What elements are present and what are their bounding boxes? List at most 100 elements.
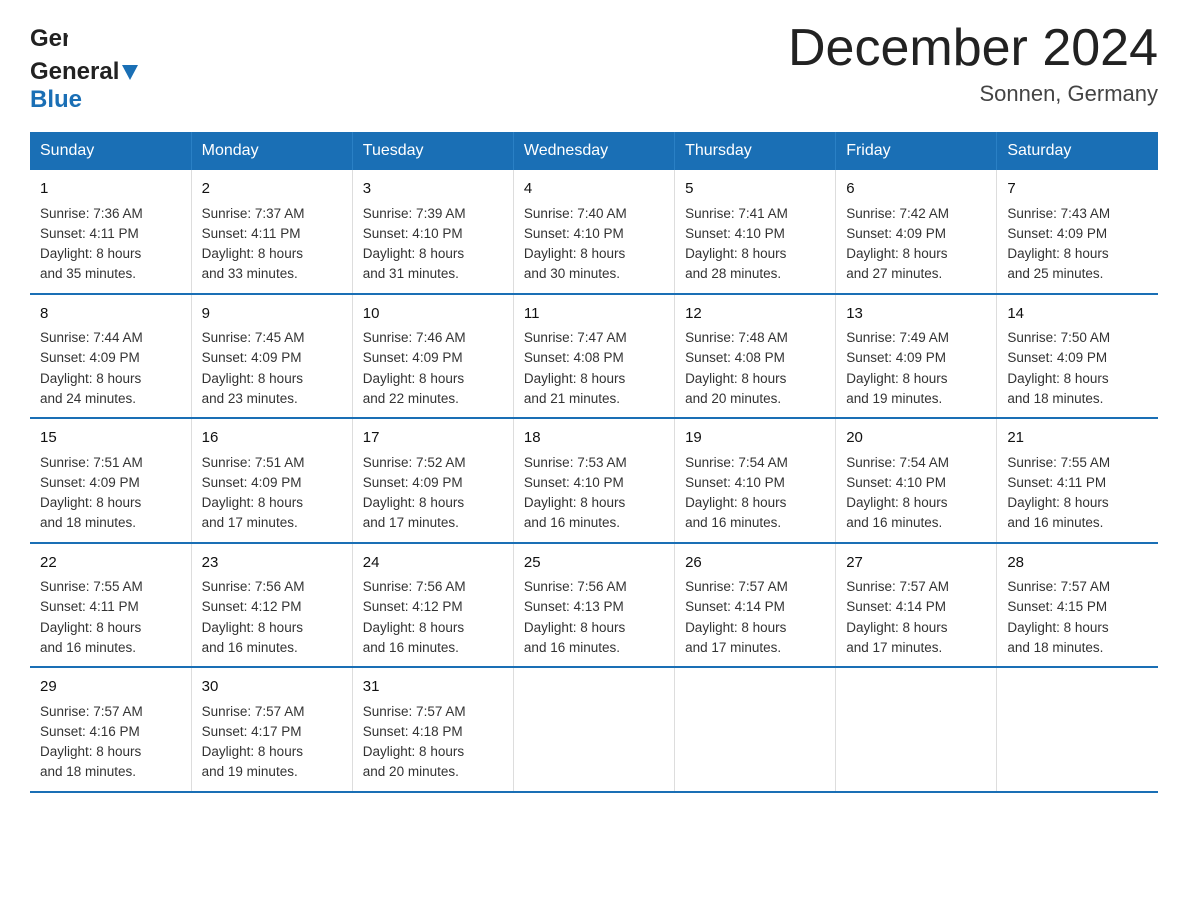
daylight-label: Daylight: 8 hours bbox=[202, 246, 303, 261]
day-number: 25 bbox=[524, 552, 664, 575]
weekday-header-thursday: Thursday bbox=[675, 132, 836, 170]
sunset-label: Sunset: 4:18 PM bbox=[363, 724, 463, 739]
daylight-minutes: and 24 minutes. bbox=[40, 391, 136, 406]
weekday-header-tuesday: Tuesday bbox=[352, 132, 513, 170]
daylight-label: Daylight: 8 hours bbox=[1007, 495, 1108, 510]
calendar-cell: 5Sunrise: 7:41 AMSunset: 4:10 PMDaylight… bbox=[675, 170, 836, 294]
sunrise-label: Sunrise: 7:51 AM bbox=[202, 455, 305, 470]
sunrise-label: Sunrise: 7:57 AM bbox=[363, 704, 466, 719]
calendar-cell: 1Sunrise: 7:36 AMSunset: 4:11 PMDaylight… bbox=[30, 170, 191, 294]
sunrise-label: Sunrise: 7:45 AM bbox=[202, 330, 305, 345]
daylight-label: Daylight: 8 hours bbox=[363, 495, 464, 510]
calendar-cell: 8Sunrise: 7:44 AMSunset: 4:09 PMDaylight… bbox=[30, 294, 191, 419]
logo: General General Blue bbox=[30, 20, 141, 114]
week-row-3: 15Sunrise: 7:51 AMSunset: 4:09 PMDayligh… bbox=[30, 418, 1158, 543]
sunset-label: Sunset: 4:09 PM bbox=[363, 350, 463, 365]
daylight-minutes: and 16 minutes. bbox=[524, 515, 620, 530]
week-row-1: 1Sunrise: 7:36 AMSunset: 4:11 PMDaylight… bbox=[30, 170, 1158, 294]
calendar-cell: 19Sunrise: 7:54 AMSunset: 4:10 PMDayligh… bbox=[675, 418, 836, 543]
day-number: 5 bbox=[685, 178, 825, 201]
day-number: 1 bbox=[40, 178, 181, 201]
day-number: 11 bbox=[524, 303, 664, 326]
sunset-label: Sunset: 4:09 PM bbox=[363, 475, 463, 490]
daylight-label: Daylight: 8 hours bbox=[363, 246, 464, 261]
day-number: 12 bbox=[685, 303, 825, 326]
daylight-minutes: and 16 minutes. bbox=[40, 640, 136, 655]
daylight-minutes: and 20 minutes. bbox=[685, 391, 781, 406]
sunrise-label: Sunrise: 7:37 AM bbox=[202, 206, 305, 221]
sunrise-label: Sunrise: 7:40 AM bbox=[524, 206, 627, 221]
sunrise-label: Sunrise: 7:47 AM bbox=[524, 330, 627, 345]
day-number: 8 bbox=[40, 303, 181, 326]
daylight-label: Daylight: 8 hours bbox=[363, 744, 464, 759]
day-number: 2 bbox=[202, 178, 342, 201]
calendar-cell: 15Sunrise: 7:51 AMSunset: 4:09 PMDayligh… bbox=[30, 418, 191, 543]
sunset-label: Sunset: 4:09 PM bbox=[40, 350, 140, 365]
calendar-cell bbox=[513, 667, 674, 792]
sunrise-label: Sunrise: 7:54 AM bbox=[846, 455, 949, 470]
day-number: 24 bbox=[363, 552, 503, 575]
sunrise-label: Sunrise: 7:39 AM bbox=[363, 206, 466, 221]
logo-icon: General bbox=[30, 20, 68, 58]
sunset-label: Sunset: 4:10 PM bbox=[685, 475, 785, 490]
sunrise-label: Sunrise: 7:52 AM bbox=[363, 455, 466, 470]
daylight-minutes: and 28 minutes. bbox=[685, 266, 781, 281]
calendar-cell: 9Sunrise: 7:45 AMSunset: 4:09 PMDaylight… bbox=[191, 294, 352, 419]
daylight-label: Daylight: 8 hours bbox=[363, 371, 464, 386]
sunrise-label: Sunrise: 7:57 AM bbox=[1007, 579, 1110, 594]
calendar-cell: 26Sunrise: 7:57 AMSunset: 4:14 PMDayligh… bbox=[675, 543, 836, 668]
daylight-label: Daylight: 8 hours bbox=[1007, 620, 1108, 635]
daylight-label: Daylight: 8 hours bbox=[685, 495, 786, 510]
daylight-minutes: and 18 minutes. bbox=[1007, 640, 1103, 655]
sunrise-label: Sunrise: 7:44 AM bbox=[40, 330, 143, 345]
sunrise-label: Sunrise: 7:57 AM bbox=[202, 704, 305, 719]
daylight-label: Daylight: 8 hours bbox=[202, 744, 303, 759]
day-number: 13 bbox=[846, 303, 986, 326]
day-number: 31 bbox=[363, 676, 503, 699]
sunrise-label: Sunrise: 7:55 AM bbox=[40, 579, 143, 594]
day-number: 18 bbox=[524, 427, 664, 450]
day-number: 21 bbox=[1007, 427, 1148, 450]
calendar-cell: 25Sunrise: 7:56 AMSunset: 4:13 PMDayligh… bbox=[513, 543, 674, 668]
calendar-cell: 17Sunrise: 7:52 AMSunset: 4:09 PMDayligh… bbox=[352, 418, 513, 543]
calendar-cell: 3Sunrise: 7:39 AMSunset: 4:10 PMDaylight… bbox=[352, 170, 513, 294]
calendar-cell: 27Sunrise: 7:57 AMSunset: 4:14 PMDayligh… bbox=[836, 543, 997, 668]
daylight-label: Daylight: 8 hours bbox=[363, 620, 464, 635]
sunrise-label: Sunrise: 7:56 AM bbox=[202, 579, 305, 594]
day-number: 22 bbox=[40, 552, 181, 575]
logo-blue: Blue bbox=[30, 86, 82, 113]
sunrise-label: Sunrise: 7:57 AM bbox=[40, 704, 143, 719]
sunrise-label: Sunrise: 7:55 AM bbox=[1007, 455, 1110, 470]
daylight-minutes: and 16 minutes. bbox=[685, 515, 781, 530]
daylight-minutes: and 25 minutes. bbox=[1007, 266, 1103, 281]
daylight-minutes: and 16 minutes. bbox=[202, 640, 298, 655]
sunset-label: Sunset: 4:11 PM bbox=[40, 599, 139, 614]
day-number: 3 bbox=[363, 178, 503, 201]
daylight-minutes: and 17 minutes. bbox=[202, 515, 298, 530]
daylight-label: Daylight: 8 hours bbox=[40, 495, 141, 510]
calendar-cell: 7Sunrise: 7:43 AMSunset: 4:09 PMDaylight… bbox=[997, 170, 1158, 294]
daylight-label: Daylight: 8 hours bbox=[524, 371, 625, 386]
sunrise-label: Sunrise: 7:57 AM bbox=[685, 579, 788, 594]
daylight-minutes: and 16 minutes. bbox=[524, 640, 620, 655]
page-subtitle: Sonnen, Germany bbox=[788, 81, 1158, 107]
day-number: 27 bbox=[846, 552, 986, 575]
week-row-5: 29Sunrise: 7:57 AMSunset: 4:16 PMDayligh… bbox=[30, 667, 1158, 792]
sunrise-label: Sunrise: 7:36 AM bbox=[40, 206, 143, 221]
daylight-label: Daylight: 8 hours bbox=[40, 744, 141, 759]
calendar-cell: 24Sunrise: 7:56 AMSunset: 4:12 PMDayligh… bbox=[352, 543, 513, 668]
page-header: General General Blue December 2024 Sonne… bbox=[30, 20, 1158, 114]
daylight-label: Daylight: 8 hours bbox=[846, 246, 947, 261]
sunset-label: Sunset: 4:14 PM bbox=[846, 599, 946, 614]
calendar-table: SundayMondayTuesdayWednesdayThursdayFrid… bbox=[30, 132, 1158, 793]
sunrise-label: Sunrise: 7:49 AM bbox=[846, 330, 949, 345]
calendar-cell: 11Sunrise: 7:47 AMSunset: 4:08 PMDayligh… bbox=[513, 294, 674, 419]
weekday-header-friday: Friday bbox=[836, 132, 997, 170]
day-number: 23 bbox=[202, 552, 342, 575]
sunset-label: Sunset: 4:15 PM bbox=[1007, 599, 1107, 614]
calendar-body: 1 Sunrise: 7:36 AM Sunset: 4:11 PM Daylight… bbox=[30, 170, 1158, 792]
weekday-header-wednesday: Wednesday bbox=[513, 132, 674, 170]
sunset-label: Sunset: 4:16 PM bbox=[40, 724, 140, 739]
logo-general: General bbox=[30, 58, 119, 86]
day-number: 19 bbox=[685, 427, 825, 450]
